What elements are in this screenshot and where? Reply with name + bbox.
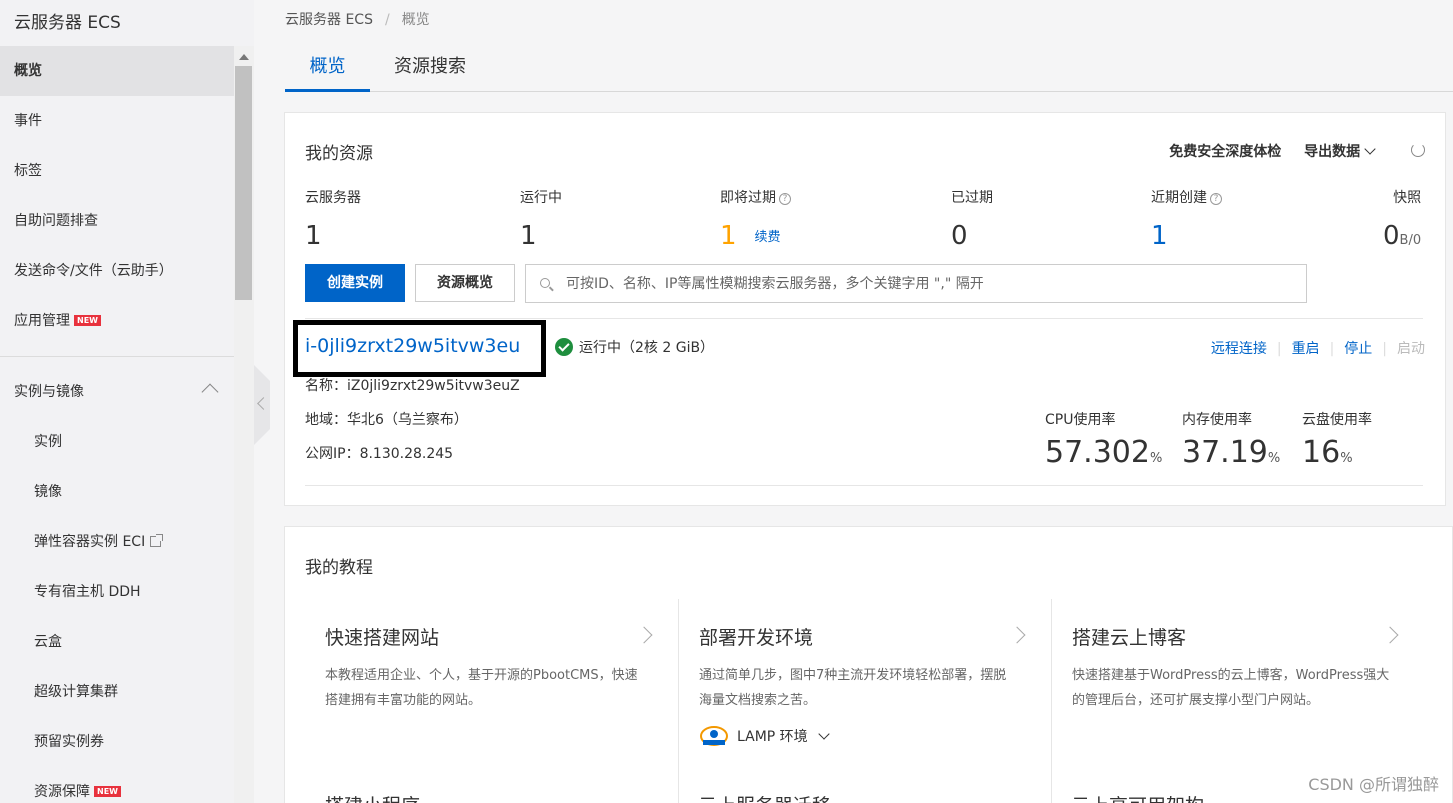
- scroll-thumb[interactable]: [235, 66, 252, 300]
- search-icon: [540, 278, 550, 288]
- sidebar-divider: [0, 356, 234, 357]
- main-content: 云服务器 ECS / 概览 概览 资源搜索 我的资源 免费安全深度体检 导出数据 云…: [270, 0, 1453, 803]
- refresh-icon[interactable]: [1411, 143, 1425, 157]
- help-icon[interactable]: ?: [1210, 193, 1222, 205]
- breadcrumb-current: 概览: [401, 12, 430, 28]
- create-instance-button[interactable]: 创建实例: [305, 264, 405, 302]
- chevron-up-icon: [201, 383, 219, 401]
- chevron-right-icon: [1381, 626, 1399, 644]
- instance-region: 地域：华北6（乌兰察布）: [305, 412, 468, 428]
- search-input[interactable]: [566, 273, 1286, 295]
- sidebar: 云服务器 ECS 概览 事件 标签 自助问题排查 发送命令/文件（云助手） 应用…: [0, 0, 254, 803]
- stat-snapshots[interactable]: 快照 0B/0: [1383, 187, 1421, 251]
- check-circle-icon: [555, 338, 573, 356]
- sidebar-item-ddh[interactable]: 专有宿主机 DDH: [0, 567, 234, 617]
- card-actions: 免费安全深度体检 导出数据: [1151, 141, 1425, 161]
- card-title: 我的教程: [305, 558, 373, 578]
- breadcrumb: 云服务器 ECS / 概览: [285, 12, 430, 28]
- watermark: CSDN @所谓独醉: [1308, 775, 1439, 794]
- instance-name: 名称：iZ0jli9zrxt29w5itvw3euZ: [305, 378, 520, 394]
- new-badge: NEW: [94, 786, 121, 797]
- tab-overview[interactable]: 概览: [285, 46, 370, 92]
- chevron-down-icon: [818, 728, 830, 740]
- stat-recently-created[interactable]: 近期创建? 1: [1151, 187, 1222, 251]
- sidebar-collapse-toggle[interactable]: [254, 365, 270, 445]
- new-badge: NEW: [74, 315, 101, 326]
- my-tutorials-card: 我的教程 快速搭建网站 本教程适用企业、个人，基于开源的PbootCMS，快速搭…: [284, 526, 1453, 803]
- sidebar-item-tags[interactable]: 标签: [0, 146, 234, 196]
- sidebar-item-eci[interactable]: 弹性容器实例 ECI: [0, 517, 234, 567]
- tutorial-card[interactable]: 快速搭建网站 本教程适用企业、个人，基于开源的PbootCMS，快速搭建拥有丰富…: [305, 599, 678, 803]
- cpu-usage: CPU使用率 57.302%: [1045, 412, 1163, 470]
- stat-expiring[interactable]: 即将过期? 1 续费: [720, 187, 791, 251]
- sidebar-item-app-management[interactable]: 应用管理 NEW: [0, 296, 234, 346]
- instance-search[interactable]: [525, 264, 1307, 303]
- sidebar-item-resource-guarantee[interactable]: 资源保障 NEW: [0, 767, 234, 803]
- sidebar-item-instances[interactable]: 实例: [0, 417, 234, 467]
- start-link: 启动: [1397, 341, 1425, 357]
- instance-status: 运行中（2核 2 GiB）: [555, 337, 714, 357]
- security-check-link[interactable]: 免费安全深度体检: [1169, 144, 1281, 160]
- my-resources-card: 我的资源 免费安全深度体检 导出数据 云服务器 1 运行中 1 即将过期? 1续…: [284, 112, 1446, 506]
- memory-usage: 内存使用率 37.19%: [1182, 412, 1281, 470]
- stat-running[interactable]: 运行中 1: [520, 187, 562, 251]
- scroll-up-arrow-icon[interactable]: [239, 54, 249, 60]
- stop-link[interactable]: 停止: [1344, 341, 1372, 357]
- chevron-down-icon: [1364, 143, 1376, 155]
- stat-expired[interactable]: 已过期 0: [951, 187, 993, 251]
- tutorial-card[interactable]: 部署开发环境 通过简单几步，图中7种主流开发环境轻松部署，摆脱海量文档搜索之苦。…: [678, 599, 1051, 803]
- renew-link[interactable]: 续费: [755, 230, 781, 245]
- chevron-right-icon: [1008, 626, 1026, 644]
- tutorial-title[interactable]: 搭建小程序: [325, 791, 420, 803]
- card-title: 我的资源: [305, 144, 373, 164]
- tab-bar: 概览 资源搜索: [285, 46, 1453, 92]
- divider: [305, 318, 1423, 319]
- sidebar-title: 云服务器 ECS: [14, 13, 121, 33]
- sidebar-item-send-command[interactable]: 发送命令/文件（云助手）: [0, 246, 234, 296]
- lamp-logo-icon: [700, 726, 728, 746]
- external-link-icon: [150, 534, 164, 547]
- export-data-dropdown[interactable]: 导出数据: [1304, 143, 1376, 160]
- breadcrumb-root[interactable]: 云服务器 ECS: [285, 12, 373, 28]
- disk-usage: 云盘使用率 16%: [1302, 412, 1372, 470]
- help-icon[interactable]: ?: [779, 193, 791, 205]
- tutorial-title[interactable]: 云上高可用架构: [1071, 791, 1204, 803]
- sidebar-group-instances-images[interactable]: 实例与镜像: [0, 367, 234, 417]
- sidebar-item-reserved[interactable]: 预留实例券: [0, 717, 234, 767]
- resource-overview-button[interactable]: 资源概览: [415, 264, 515, 302]
- instance-id-link[interactable]: i-0jli9zrxt29w5itvw3eu: [305, 335, 520, 357]
- divider: [305, 485, 1423, 486]
- sidebar-item-overview[interactable]: 概览: [0, 46, 234, 96]
- sidebar-item-events[interactable]: 事件: [0, 96, 234, 146]
- sidebar-item-troubleshoot[interactable]: 自助问题排查: [0, 196, 234, 246]
- restart-link[interactable]: 重启: [1292, 341, 1320, 357]
- chevron-right-icon: [635, 626, 653, 644]
- instance-public-ip: 公网IP：8.130.28.245: [305, 446, 454, 462]
- sidebar-list: 概览 事件 标签 自助问题排查 发送命令/文件（云助手） 应用管理 NEW 实例与…: [0, 46, 234, 803]
- tab-resource-search[interactable]: 资源搜索: [385, 46, 475, 92]
- chevron-left-icon: [257, 397, 270, 410]
- sidebar-item-images[interactable]: 镜像: [0, 467, 234, 517]
- sidebar-scrollbar[interactable]: [234, 46, 254, 803]
- sidebar-item-supercomputing[interactable]: 超级计算集群: [0, 667, 234, 717]
- environment-select[interactable]: LAMP 环境: [699, 725, 830, 747]
- sidebar-item-cloud-box[interactable]: 云盒: [0, 617, 234, 667]
- remote-connect-link[interactable]: 远程连接: [1211, 341, 1267, 357]
- stat-servers[interactable]: 云服务器 1: [305, 187, 361, 251]
- tutorial-title[interactable]: 云上服务器迁移: [698, 791, 831, 803]
- instance-actions: 远程连接 | 重启 | 停止 | 启动: [1210, 341, 1425, 357]
